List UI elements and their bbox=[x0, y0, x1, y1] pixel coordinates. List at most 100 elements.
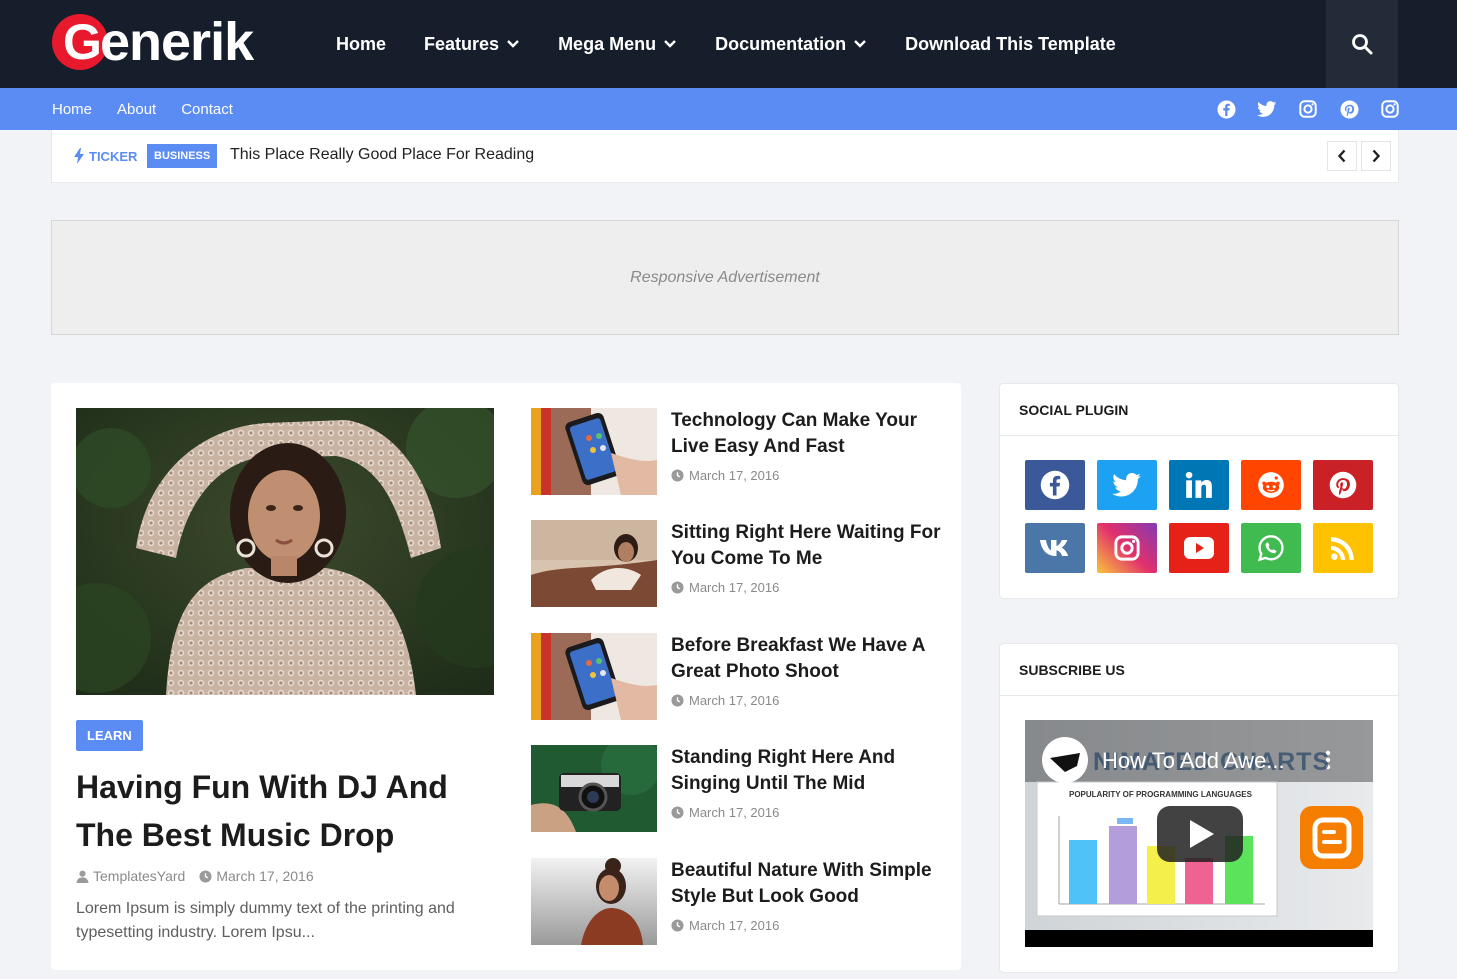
nav-item-mega-menu[interactable]: Mega Menu bbox=[558, 34, 677, 55]
video-title[interactable]: How To Add Awe... bbox=[1102, 748, 1285, 774]
news-ticker: TICKER BUSINESS This Place Really Good P… bbox=[51, 130, 1399, 183]
nav-label: Home bbox=[336, 33, 387, 54]
post-date-text: March 17, 2016 bbox=[216, 868, 314, 884]
subnav-contact[interactable]: Contact bbox=[181, 101, 233, 118]
user-icon bbox=[76, 870, 89, 883]
reddit-button[interactable] bbox=[1241, 460, 1301, 510]
chevron-left-icon bbox=[1337, 149, 1346, 163]
featured-post-excerpt: Lorem Ipsum is simply dummy text of the … bbox=[76, 900, 455, 941]
twitter-icon bbox=[1112, 472, 1141, 496]
instagram-icon bbox=[1114, 535, 1140, 561]
post-thumbnail[interactable] bbox=[531, 858, 657, 945]
reddit-icon bbox=[1258, 472, 1284, 498]
clock-icon bbox=[671, 919, 684, 932]
whatsapp-icon bbox=[1257, 535, 1284, 562]
linkedin-icon bbox=[1185, 471, 1212, 498]
logo-text: enerik bbox=[100, 12, 254, 72]
top-header: G enerik Home Features Mega Menu Documen… bbox=[0, 0, 1457, 88]
subnav-home[interactable]: Home bbox=[52, 101, 92, 118]
pinterest-icon bbox=[1329, 471, 1357, 499]
vk-icon bbox=[1040, 540, 1069, 556]
ticker-category-badge[interactable]: BUSINESS bbox=[147, 144, 218, 168]
featured-post-title[interactable]: Having Fun With DJ And The Best Music Dr… bbox=[76, 763, 496, 859]
post-thumbnail[interactable] bbox=[531, 408, 657, 495]
post-thumbnail[interactable] bbox=[531, 745, 657, 832]
chevron-down-icon bbox=[854, 40, 866, 48]
whatsapp-button[interactable] bbox=[1241, 523, 1301, 573]
rss-icon bbox=[1331, 537, 1354, 560]
featured-post-meta: TemplatesYard March 17, 2016 bbox=[76, 868, 328, 884]
pinterest-icon[interactable] bbox=[1339, 99, 1359, 119]
ticker-next-button[interactable] bbox=[1361, 141, 1391, 171]
clock-icon bbox=[671, 806, 684, 819]
nav-label: Mega Menu bbox=[558, 33, 657, 54]
nav-item-home[interactable]: Home bbox=[336, 34, 386, 55]
nav-item-documentation[interactable]: Documentation bbox=[715, 34, 867, 55]
post-title[interactable]: Beautiful Nature With Simple Style But L… bbox=[671, 858, 951, 910]
post-date-text: March 17, 2016 bbox=[689, 580, 780, 595]
search-icon bbox=[1352, 34, 1373, 55]
facebook-icon[interactable] bbox=[1216, 99, 1236, 119]
post-author[interactable]: TemplatesYard bbox=[76, 868, 185, 884]
clock-icon bbox=[671, 694, 684, 707]
subnav-about[interactable]: About bbox=[117, 101, 156, 118]
rss-button[interactable] bbox=[1313, 523, 1373, 573]
advertisement-banner: Responsive Advertisement bbox=[51, 220, 1399, 335]
clock-icon bbox=[671, 469, 684, 482]
search-button[interactable] bbox=[1326, 0, 1398, 88]
post-date-text: March 17, 2016 bbox=[689, 693, 780, 708]
ticker-prev-button[interactable] bbox=[1327, 141, 1357, 171]
post-title[interactable]: Sitting Right Here Waiting For You Come … bbox=[671, 520, 951, 572]
nav-item-download[interactable]: Download This Template bbox=[905, 34, 1116, 55]
list-item: Sitting Right Here Waiting For You Come … bbox=[531, 520, 951, 608]
post-date: March 17, 2016 bbox=[199, 868, 314, 884]
twitter-button[interactable] bbox=[1097, 460, 1157, 510]
ad-text: Responsive Advertisement bbox=[630, 268, 820, 286]
widget-title: SUBSCRIBE US bbox=[1000, 644, 1398, 696]
chevron-down-icon bbox=[664, 40, 676, 48]
ticker-label-text: TICKER bbox=[89, 148, 138, 164]
youtube-video-embed[interactable]: NIMATED CHARTS How To Add Awe... POPULAR… bbox=[1025, 720, 1373, 947]
featured-category-tag[interactable]: LEARN bbox=[76, 720, 143, 751]
post-date: March 17, 2016 bbox=[671, 918, 779, 933]
nav-label: Download This Template bbox=[905, 33, 1116, 54]
social-buttons-grid bbox=[1025, 460, 1375, 573]
subscribe-widget: SUBSCRIBE US NIMATED CHARTS How To Add A… bbox=[999, 643, 1399, 973]
youtube-button[interactable] bbox=[1169, 523, 1229, 573]
social-plugin-widget: SOCIAL PLUGIN bbox=[999, 383, 1399, 599]
post-title[interactable]: Technology Can Make Your Live Easy And F… bbox=[671, 408, 951, 460]
chevron-right-icon bbox=[1372, 149, 1381, 163]
post-author-name: TemplatesYard bbox=[93, 868, 186, 884]
chart-heading: POPULARITY OF PROGRAMMING LANGUAGES bbox=[1069, 790, 1252, 799]
clock-icon bbox=[199, 869, 212, 883]
nav-item-features[interactable]: Features bbox=[424, 34, 520, 55]
featured-posts-card: LEARN Having Fun With DJ And The Best Mu… bbox=[51, 383, 961, 970]
widget-title: SOCIAL PLUGIN bbox=[1000, 384, 1398, 436]
nav-label: Documentation bbox=[715, 33, 847, 54]
post-date-text: March 17, 2016 bbox=[689, 805, 780, 820]
ticker-headline[interactable]: This Place Really Good Place For Reading bbox=[230, 146, 534, 164]
list-item: Before Breakfast We Have A Great Photo S… bbox=[531, 633, 951, 721]
nav-label: Features bbox=[424, 33, 500, 54]
pinterest-button[interactable] bbox=[1313, 460, 1373, 510]
secondary-nav: Home About Contact bbox=[52, 88, 258, 130]
site-logo[interactable]: G enerik bbox=[52, 11, 292, 73]
twitter-icon[interactable] bbox=[1257, 99, 1277, 119]
post-date: March 17, 2016 bbox=[671, 805, 779, 820]
post-date: March 17, 2016 bbox=[671, 693, 779, 708]
instagram-button[interactable] bbox=[1097, 523, 1157, 573]
facebook-button[interactable] bbox=[1025, 460, 1085, 510]
bolt-icon bbox=[74, 148, 84, 164]
list-item: Standing Right Here And Singing Until Th… bbox=[531, 745, 951, 833]
post-thumbnail[interactable] bbox=[531, 520, 657, 607]
post-title[interactable]: Before Breakfast We Have A Great Photo S… bbox=[671, 633, 951, 685]
post-title[interactable]: Standing Right Here And Singing Until Th… bbox=[671, 745, 951, 797]
post-date-text: March 17, 2016 bbox=[689, 468, 780, 483]
vk-button[interactable] bbox=[1025, 523, 1085, 573]
post-thumbnail[interactable] bbox=[531, 633, 657, 720]
instagram-icon[interactable] bbox=[1298, 99, 1318, 119]
instagram-icon[interactable] bbox=[1380, 99, 1400, 119]
featured-post-image[interactable] bbox=[76, 408, 494, 695]
linkedin-button[interactable] bbox=[1169, 460, 1229, 510]
facebook-icon bbox=[1040, 470, 1070, 500]
